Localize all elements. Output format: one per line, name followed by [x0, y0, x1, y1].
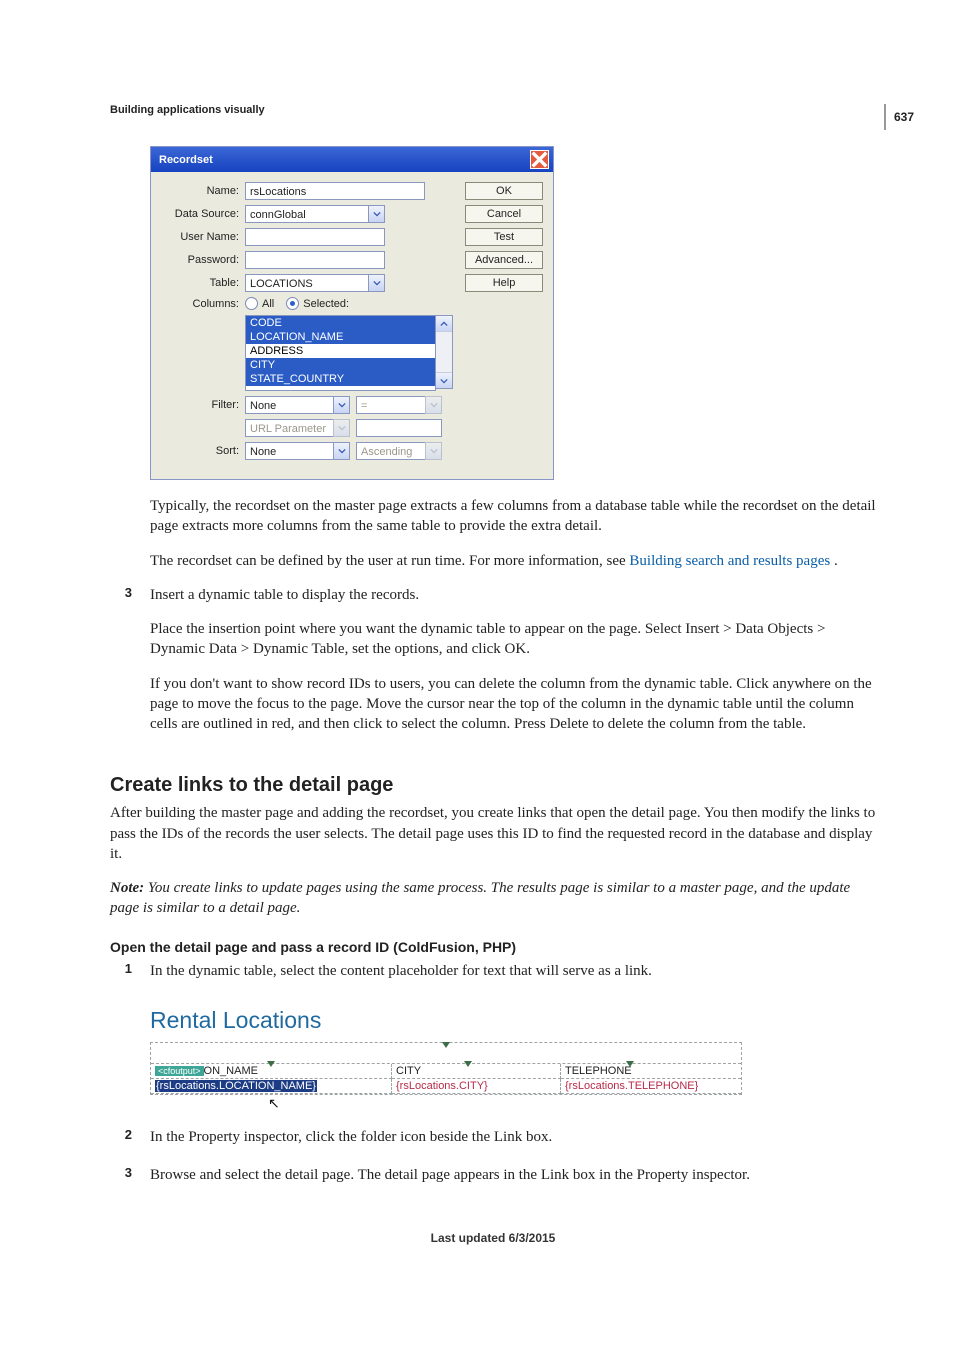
- paragraph: Insert a dynamic table to display the re…: [150, 585, 876, 605]
- layout-handle-icon: [267, 1061, 275, 1067]
- table-cell: {rsLocations.CITY}: [392, 1079, 561, 1094]
- table-label: Table:: [157, 277, 245, 289]
- ok-button[interactable]: OK: [465, 182, 543, 200]
- chevron-down-icon: [425, 442, 442, 460]
- paragraph: If you don't want to show record IDs to …: [150, 674, 876, 735]
- paragraph: The recordset can be defined by the user…: [150, 551, 876, 571]
- radio-all-label: All: [262, 298, 274, 310]
- dialog-titlebar[interactable]: Recordset: [151, 147, 553, 172]
- list-item[interactable]: STATE_COUNTRY: [246, 372, 435, 386]
- step-number: 1: [110, 961, 132, 976]
- rental-locations-figure: Rental Locations <cfoutput>ON_NAME CITY …: [150, 1007, 876, 1111]
- paragraph: In the Property inspector, click the fol…: [150, 1127, 876, 1147]
- sort-label: Sort:: [157, 445, 245, 457]
- paragraph: After building the master page and addin…: [110, 803, 876, 864]
- advanced-button[interactable]: Advanced...: [465, 251, 543, 269]
- filter-value-input: [356, 419, 442, 437]
- chevron-down-icon[interactable]: [368, 205, 385, 223]
- chevron-down-icon: [333, 419, 350, 437]
- test-button[interactable]: Test: [465, 228, 543, 246]
- sort-field-select[interactable]: None: [245, 442, 333, 460]
- password-input[interactable]: [245, 251, 385, 269]
- filter-field-select[interactable]: None: [245, 396, 333, 414]
- table-cell[interactable]: {rsLocations.LOCATION_NAME}: [151, 1079, 392, 1094]
- chevron-down-icon[interactable]: [333, 442, 350, 460]
- step-number: 3: [110, 1165, 132, 1180]
- chevron-down-icon: [425, 396, 442, 414]
- note: Note: You create links to update pages u…: [110, 878, 876, 919]
- layout-handle-icon: [464, 1061, 472, 1067]
- text: .: [830, 553, 838, 569]
- name-label: Name:: [157, 185, 245, 197]
- radio-selected[interactable]: [286, 297, 299, 310]
- cfoutput-badge: <cfoutput>: [155, 1066, 204, 1076]
- list-item[interactable]: ADDRESS: [246, 344, 435, 358]
- recordset-dialog: Recordset Name: rsLocations Data Source:…: [150, 146, 554, 480]
- text: The recordset can be defined by the user…: [150, 553, 629, 569]
- page-header: Building applications visually: [110, 104, 876, 116]
- table-header-cell: TELEPHONE: [561, 1064, 741, 1079]
- filter-op-select: =: [356, 396, 425, 414]
- scrollbar[interactable]: [436, 315, 453, 389]
- list-item[interactable]: LOCATION_NAME: [246, 330, 435, 344]
- username-input[interactable]: [245, 228, 385, 246]
- step-number: 3: [110, 585, 132, 600]
- table-cell: {rsLocations.TELEPHONE}: [561, 1079, 741, 1094]
- paragraph: Typically, the recordset on the master p…: [150, 496, 876, 537]
- link-building-search[interactable]: Building search and results pages: [629, 553, 830, 569]
- chevron-down-icon[interactable]: [333, 396, 350, 414]
- chevron-up-icon[interactable]: [436, 316, 452, 332]
- page-footer: Last updated 6/3/2015: [110, 1231, 876, 1245]
- radio-selected-label: Selected:: [303, 298, 349, 310]
- chevron-down-icon[interactable]: [368, 274, 385, 292]
- page-number: 637: [884, 104, 914, 130]
- placeholder-selected[interactable]: {rsLocations.LOCATION_NAME}: [155, 1080, 317, 1092]
- subsection-heading: Open the detail page and pass a record I…: [110, 939, 876, 955]
- dialog-title-text: Recordset: [159, 154, 213, 166]
- paragraph: In the dynamic table, select the content…: [150, 961, 876, 981]
- filter-label: Filter:: [157, 399, 245, 411]
- cancel-button[interactable]: Cancel: [465, 205, 543, 223]
- help-button[interactable]: Help: [465, 274, 543, 292]
- close-icon[interactable]: [530, 150, 549, 169]
- name-input[interactable]: rsLocations: [245, 182, 425, 200]
- datasource-label: Data Source:: [157, 208, 245, 220]
- chevron-down-icon[interactable]: [436, 372, 452, 388]
- layout-handle-icon: [626, 1061, 634, 1067]
- table-row: {rsLocations.LOCATION_NAME} {rsLocations…: [151, 1079, 741, 1094]
- figure-title: Rental Locations: [150, 1007, 876, 1034]
- text: ON_NAME: [204, 1065, 258, 1077]
- table-select[interactable]: LOCATIONS: [245, 274, 368, 292]
- note-text: You create links to update pages using t…: [110, 880, 850, 916]
- paragraph: Place the insertion point where you want…: [150, 619, 876, 660]
- note-label: Note:: [110, 880, 144, 896]
- paragraph: Browse and select the detail page. The d…: [150, 1165, 876, 1185]
- table-header-cell: CITY: [392, 1064, 561, 1079]
- section-heading: Create links to the detail page: [110, 774, 876, 797]
- cursor-arrow-icon: ↖: [268, 1095, 280, 1112]
- radio-all[interactable]: [245, 297, 258, 310]
- datasource-select[interactable]: connGlobal: [245, 205, 368, 223]
- password-label: Password:: [157, 254, 245, 266]
- step-number: 2: [110, 1127, 132, 1142]
- list-item[interactable]: CODE: [246, 316, 435, 330]
- list-item[interactable]: CITY: [246, 358, 435, 372]
- filter-type-select: URL Parameter: [245, 419, 333, 437]
- table-row: <cfoutput>ON_NAME CITY TELEPHONE: [151, 1064, 741, 1079]
- columns-listbox[interactable]: CODE LOCATION_NAME ADDRESS CITY STATE_CO…: [245, 315, 436, 391]
- columns-label: Columns:: [157, 298, 245, 310]
- username-label: User Name:: [157, 231, 245, 243]
- sort-dir-select: Ascending: [356, 442, 425, 460]
